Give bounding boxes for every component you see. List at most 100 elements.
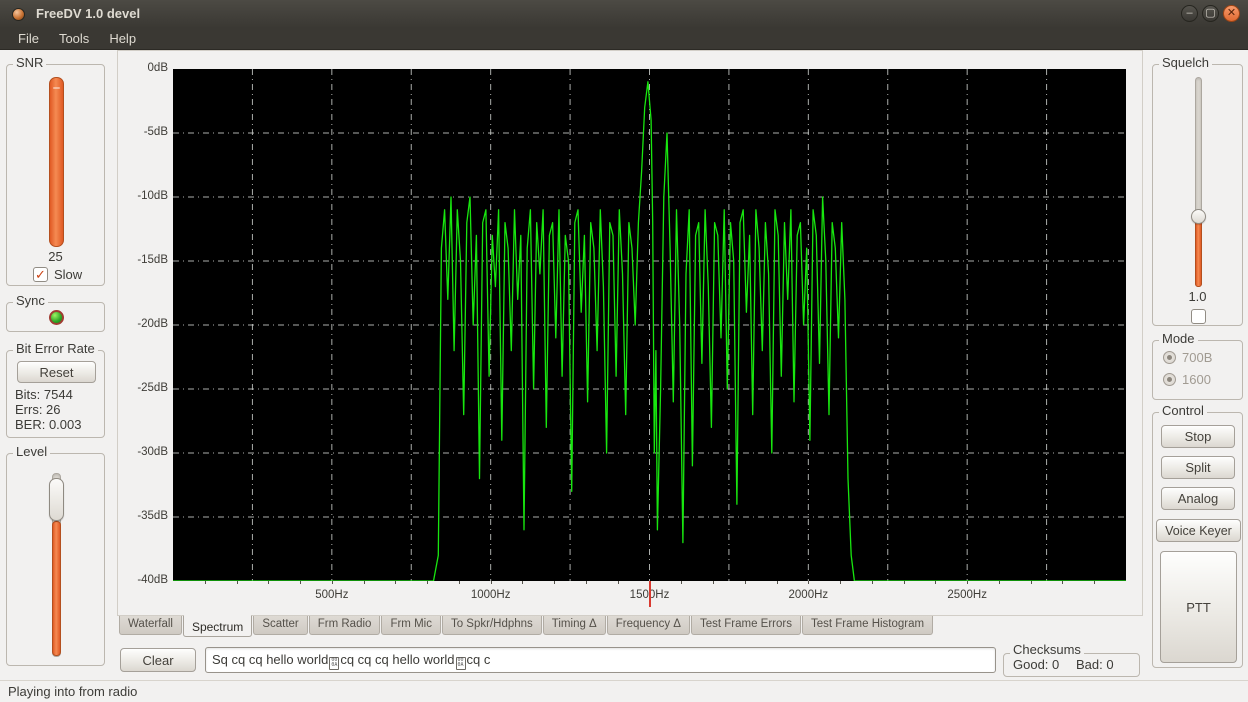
spectrum-panel: 0dB-5dB-10dB-15dB-20dB-25dB-30dB-35dB-40… xyxy=(117,50,1143,616)
x-axis-tick xyxy=(618,581,619,584)
radio-1600-label[interactable]: 1600 xyxy=(1182,372,1211,387)
tab-frm-mic[interactable]: Frm Mic xyxy=(381,616,441,635)
tab-waterfall[interactable]: Waterfall xyxy=(119,616,182,635)
y-axis-label: -30dB xyxy=(118,446,168,458)
squelch-slider-fill xyxy=(1195,218,1202,287)
sync-led-indicator xyxy=(49,310,64,325)
window-title: FreeDV 1.0 devel xyxy=(36,6,140,21)
checksum-good: Good: 0 xyxy=(1013,657,1059,672)
tx-message-input[interactable]: Sq cq cq hello world000Acq cq cq hello w… xyxy=(205,647,996,673)
tab-timing[interactable]: Timing Δ xyxy=(543,616,606,635)
ber-group-label: Bit Error Rate xyxy=(13,341,98,356)
squelch-group: Squelch 1.0 xyxy=(1152,64,1243,326)
y-axis-label: -35dB xyxy=(118,510,168,522)
snr-slow-checkbox[interactable]: ✓ xyxy=(33,267,48,282)
mode-group: Mode 700B 1600 xyxy=(1152,340,1243,400)
reset-button[interactable]: Reset xyxy=(17,361,96,383)
voice-keyer-button[interactable]: Voice Keyer xyxy=(1156,519,1241,542)
status-bar: Playing into from radio xyxy=(0,680,1248,702)
x-axis-tick xyxy=(681,581,682,584)
radio-700b-label[interactable]: 700B xyxy=(1182,350,1212,365)
tab-scatter[interactable]: Scatter xyxy=(253,616,307,635)
level-slider-fill xyxy=(52,521,61,656)
menu-file[interactable]: File xyxy=(8,29,49,49)
clear-button[interactable]: Clear xyxy=(120,648,196,672)
ber-bits: Bits: 7544 xyxy=(15,387,73,402)
x-axis-tick xyxy=(935,581,936,584)
split-button[interactable]: Split xyxy=(1161,456,1235,479)
squelch-value: 1.0 xyxy=(1153,289,1242,304)
tab-frm-radio[interactable]: Frm Radio xyxy=(309,616,381,635)
x-axis-tick xyxy=(300,581,301,584)
spectrum-svg xyxy=(173,69,1126,581)
x-axis-tick xyxy=(522,581,523,584)
x-axis-tick xyxy=(745,581,746,584)
tab-test-frame-errors[interactable]: Test Frame Errors xyxy=(691,616,801,635)
snr-label: SNR xyxy=(13,55,46,70)
menu-bar: File Tools Help xyxy=(0,28,1248,50)
squelch-label: Squelch xyxy=(1159,55,1212,70)
x-axis-tick xyxy=(237,581,238,584)
checksums-label: Checksums xyxy=(1010,642,1084,657)
maximize-button-icon[interactable]: ▢ xyxy=(1202,5,1219,22)
mode-label: Mode xyxy=(1159,331,1198,346)
x-axis-tick xyxy=(491,581,492,584)
y-axis-label: -20dB xyxy=(118,318,168,330)
tab-spectrum[interactable]: Spectrum xyxy=(183,615,252,637)
status-text: Playing into from radio xyxy=(8,684,137,699)
level-group: Level xyxy=(6,453,105,666)
frequency-cursor[interactable] xyxy=(649,581,651,607)
spectrum-plot xyxy=(173,69,1126,581)
x-axis-tick xyxy=(268,581,269,584)
tab-frequency[interactable]: Frequency Δ xyxy=(607,616,690,635)
snr-slider[interactable] xyxy=(49,77,64,247)
x-axis-tick xyxy=(459,581,460,584)
minimize-button-icon[interactable]: – xyxy=(1181,5,1198,22)
ber-group: Bit Error Rate Reset Bits: 7544 Errs: 26… xyxy=(6,350,105,438)
x-axis-tick xyxy=(332,581,333,584)
menu-help[interactable]: Help xyxy=(99,29,146,49)
x-axis-tick xyxy=(967,581,968,584)
y-axis-label: -5dB xyxy=(118,126,168,138)
radio-1600[interactable] xyxy=(1163,373,1176,386)
y-axis-label: -10dB xyxy=(118,190,168,202)
ptt-button[interactable]: PTT xyxy=(1160,551,1237,663)
x-axis-tick xyxy=(427,581,428,584)
tab-test-frame-histogram[interactable]: Test Frame Histogram xyxy=(802,616,933,635)
x-axis-tick xyxy=(554,581,555,584)
close-button-icon[interactable]: ✕ xyxy=(1223,5,1240,22)
tab-to-spkr-hdphns[interactable]: To Spkr/Hdphns xyxy=(442,616,542,635)
x-axis-label: 500Hz xyxy=(315,589,348,601)
control-group: Control Stop Split Analog Voice Keyer PT… xyxy=(1152,412,1243,668)
x-axis-label: 2500Hz xyxy=(947,589,987,601)
x-axis-tick xyxy=(872,581,873,584)
app-icon xyxy=(12,8,25,21)
squelch-enable-checkbox[interactable] xyxy=(1191,309,1206,324)
tx-message-segment: cq c xyxy=(467,652,491,667)
tab-bar: WaterfallSpectrumScatterFrm RadioFrm Mic… xyxy=(119,616,934,638)
ber-value: BER: 0.003 xyxy=(15,417,82,432)
x-axis-tick xyxy=(586,581,587,584)
ber-errs: Errs: 26 xyxy=(15,402,61,417)
snr-slow-checkbox-label[interactable]: Slow xyxy=(54,267,82,282)
x-axis-tick xyxy=(395,581,396,584)
level-label: Level xyxy=(13,444,50,459)
analog-button[interactable]: Analog xyxy=(1161,487,1235,510)
x-axis-tick xyxy=(808,581,809,584)
checksum-bad: Bad: 0 xyxy=(1076,657,1114,672)
menu-tools[interactable]: Tools xyxy=(49,29,99,49)
x-axis-tick xyxy=(777,581,778,584)
window-controls: – ▢ ✕ xyxy=(1181,5,1240,22)
checkmark-icon: ✓ xyxy=(34,268,47,281)
y-axis-label: -25dB xyxy=(118,382,168,394)
title-bar[interactable]: FreeDV 1.0 devel – ▢ ✕ xyxy=(0,0,1248,28)
stop-button[interactable]: Stop xyxy=(1161,425,1235,448)
radio-700b[interactable] xyxy=(1163,351,1176,364)
x-axis-tick xyxy=(713,581,714,584)
control-char-glyph: 000A xyxy=(329,657,339,670)
tx-message-segment: Sq cq cq hello world xyxy=(212,652,328,667)
squelch-slider-handle[interactable] xyxy=(1191,209,1206,224)
control-char-glyph: 000A xyxy=(456,657,466,670)
snr-slider-handle[interactable] xyxy=(53,87,60,89)
level-slider-handle[interactable] xyxy=(49,478,64,521)
